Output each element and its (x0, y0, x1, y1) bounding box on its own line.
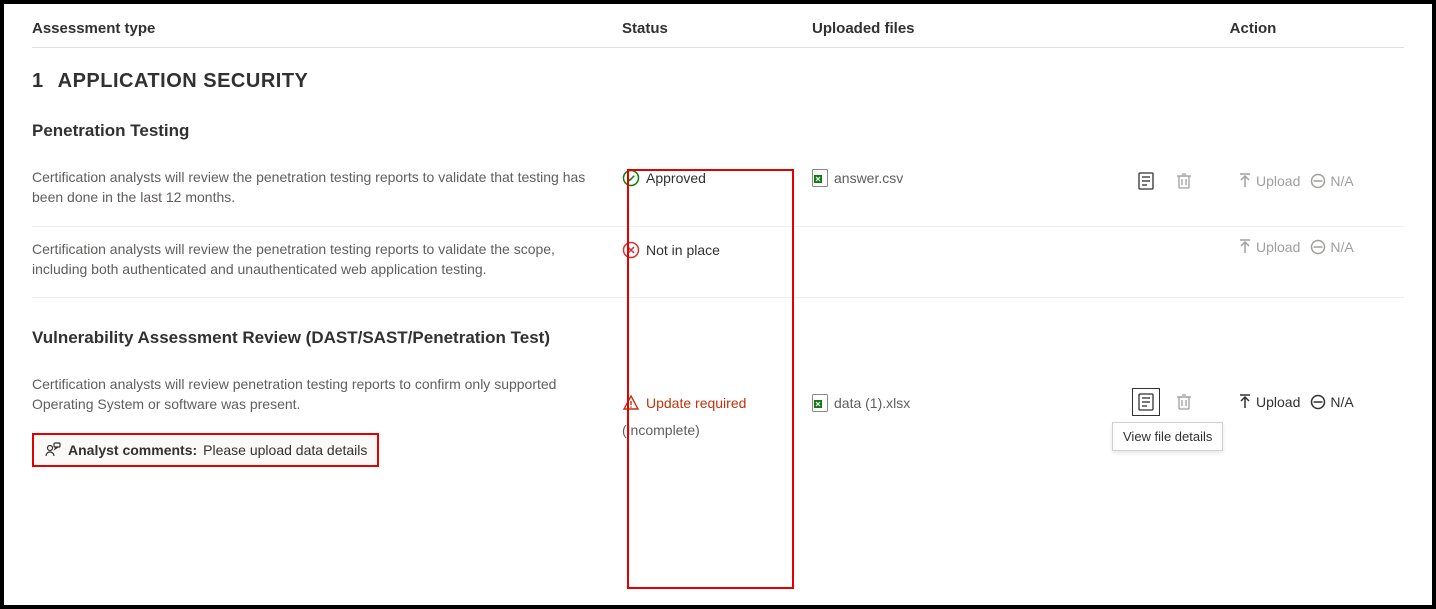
status-label: Update required (646, 395, 746, 411)
warning-icon (622, 394, 640, 412)
col-header-action: Action (1102, 20, 1404, 37)
status-label: Approved (646, 170, 706, 186)
status-label: Not in place (646, 242, 720, 258)
na-label: N/A (1330, 173, 1353, 189)
tooltip-view-file-details: View file details (1112, 422, 1223, 451)
subsection-vulnerability-assessment: Vulnerability Assessment Review (DAST/SA… (32, 328, 1404, 348)
upload-label: Upload (1256, 394, 1300, 410)
table-header: Assessment type Status Uploaded files Ac… (32, 20, 1404, 48)
col-header-files: Uploaded files (812, 20, 1102, 37)
analyst-comments-label: Analyst comments: (68, 442, 197, 458)
na-button: N/A (1310, 239, 1353, 255)
section-title: 1 APPLICATION SECURITY (32, 70, 1404, 93)
status-approved: Approved (622, 167, 812, 187)
upload-label: Upload (1256, 173, 1300, 189)
na-icon (1310, 173, 1326, 189)
subsection-penetration-testing: Penetration Testing (32, 121, 1404, 141)
upload-button: Upload (1238, 239, 1300, 255)
row-description: Certification analysts will review the p… (32, 239, 592, 280)
na-button[interactable]: N/A (1310, 394, 1353, 410)
row-description: Certification analysts will review the p… (32, 167, 592, 208)
table-row: Certification analysts will review the p… (32, 227, 1404, 299)
x-circle-icon (622, 241, 640, 259)
section-name: APPLICATION SECURITY (58, 70, 309, 92)
delete-button (1170, 167, 1198, 195)
na-icon (1310, 394, 1326, 410)
checkmark-circle-icon (622, 169, 640, 187)
excel-file-icon (812, 169, 828, 187)
analyst-comments-box: Analyst comments: Please upload data det… (32, 433, 379, 467)
na-label: N/A (1330, 394, 1353, 410)
col-header-assessment: Assessment type (32, 20, 622, 37)
na-icon (1310, 239, 1326, 255)
uploaded-file[interactable]: data (1).xlsx (812, 392, 1102, 412)
table-row: Certification analysts will review penet… (32, 362, 1404, 485)
file-name: data (1).xlsx (834, 395, 910, 411)
status-not-in-place: Not in place (622, 239, 812, 259)
upload-icon (1238, 173, 1252, 189)
upload-icon (1238, 394, 1252, 410)
analyst-comments-text: Please upload data details (203, 442, 367, 458)
file-name: answer.csv (834, 170, 903, 186)
section-number: 1 (32, 70, 44, 92)
col-header-status: Status (622, 20, 812, 37)
upload-button: Upload (1238, 173, 1300, 189)
upload-label: Upload (1256, 239, 1300, 255)
view-file-details-button[interactable] (1132, 167, 1160, 195)
upload-button[interactable]: Upload (1238, 394, 1300, 410)
view-file-details-button[interactable]: View file details (1132, 388, 1160, 416)
person-feedback-icon (44, 441, 62, 459)
table-row: Certification analysts will review the p… (32, 155, 1404, 227)
row-description: Certification analysts will review penet… (32, 374, 592, 415)
status-update-required: Update required (622, 392, 812, 412)
status-sub-label: (Incomplete) (622, 422, 812, 438)
excel-file-icon (812, 394, 828, 412)
upload-icon (1238, 239, 1252, 255)
na-button: N/A (1310, 173, 1353, 189)
delete-button (1170, 388, 1198, 416)
uploaded-file[interactable]: answer.csv (812, 167, 1102, 187)
na-label: N/A (1330, 239, 1353, 255)
